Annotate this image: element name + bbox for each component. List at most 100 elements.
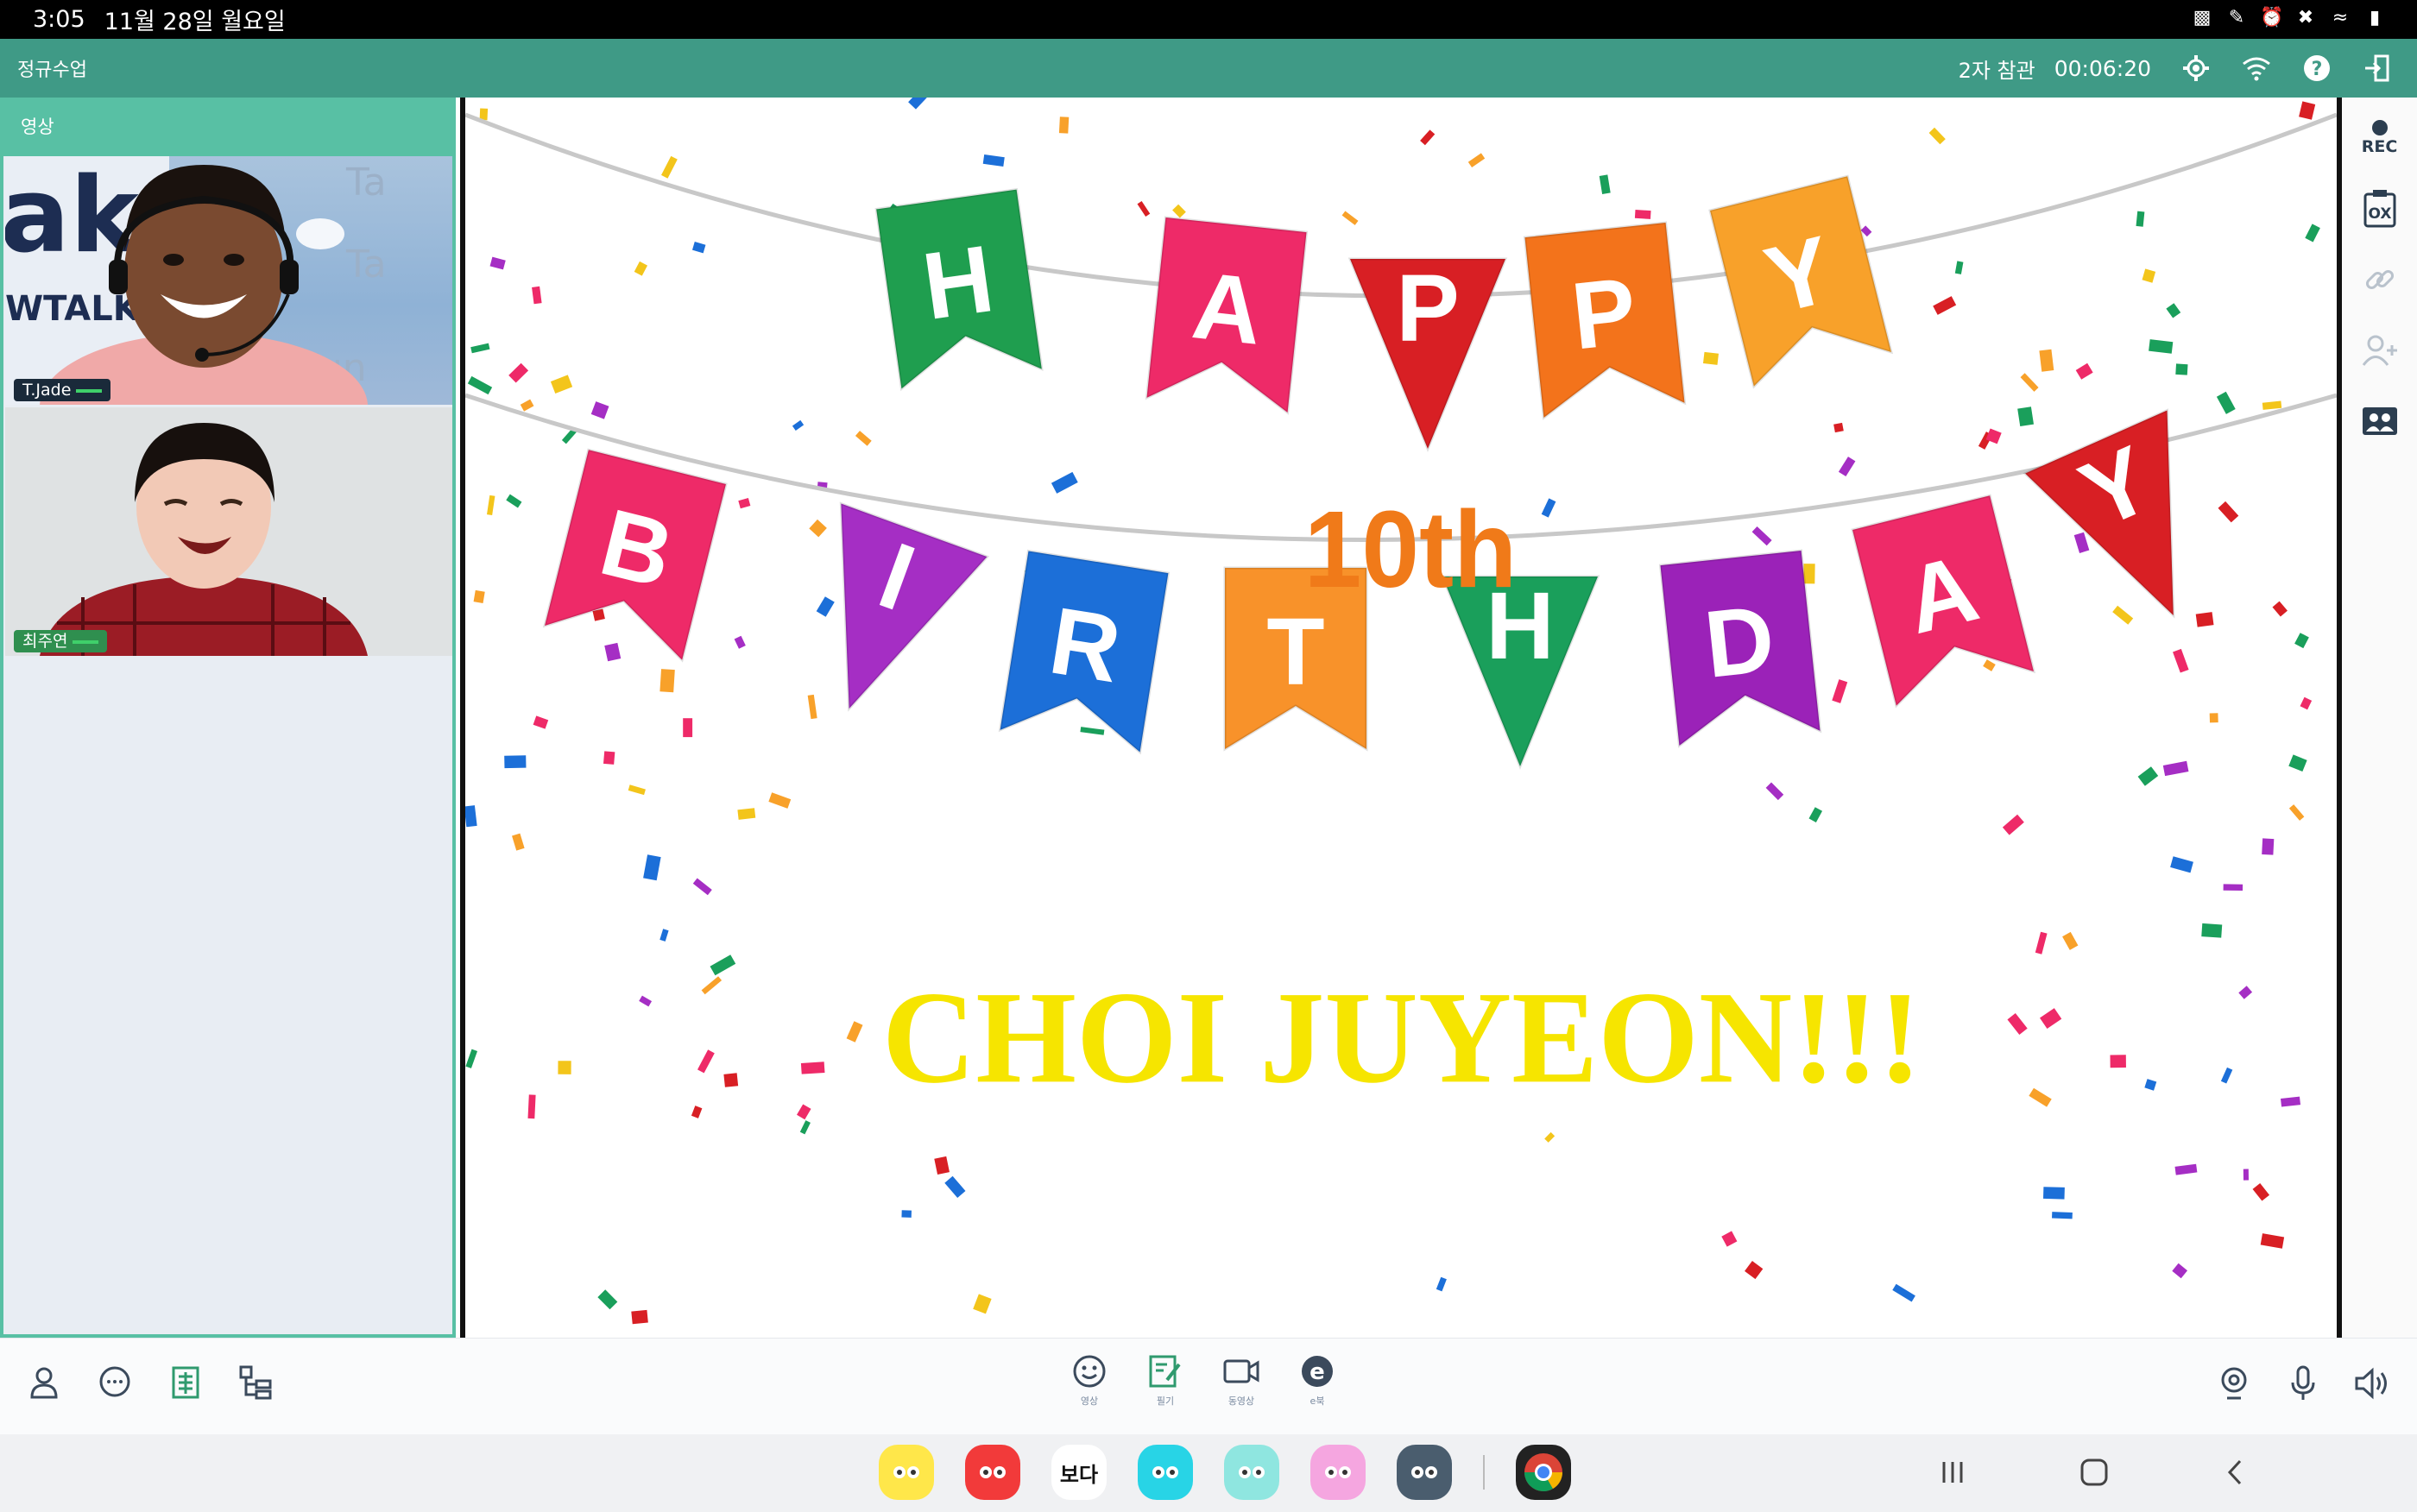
status-date: 11월 28일 월요일 xyxy=(104,9,286,35)
confetti-piece xyxy=(944,1175,966,1198)
confetti-piece xyxy=(2220,1067,2233,1084)
writing-tool[interactable]: 필기 xyxy=(1146,1354,1184,1408)
emoji-tool[interactable]: 영상 xyxy=(1070,1354,1108,1408)
confetti-piece xyxy=(1080,727,1105,735)
participant-name: 최주연 xyxy=(22,632,68,651)
confetti-piece xyxy=(1058,117,1070,134)
recent-apps-button[interactable] xyxy=(1934,1453,1972,1491)
app-yellow-icon[interactable] xyxy=(879,1445,934,1500)
confetti-piece xyxy=(697,1049,715,1074)
confetti-piece xyxy=(1933,296,1957,315)
svg-text:?: ? xyxy=(2312,59,2323,80)
app-grid-icon[interactable] xyxy=(1397,1445,1452,1500)
confetti-piece xyxy=(1467,153,1486,167)
confetti-piece xyxy=(1928,127,1946,145)
confetti-piece xyxy=(2029,1087,2052,1107)
confetti-piece xyxy=(2172,1263,2188,1279)
confetti-piece xyxy=(792,419,805,431)
confetti-piece xyxy=(2209,713,2218,723)
link-button[interactable] xyxy=(2354,249,2406,310)
confetti-piece xyxy=(508,362,529,383)
confetti-piece xyxy=(2173,648,2189,673)
confetti-piece xyxy=(1137,200,1151,217)
confetti-piece xyxy=(520,399,534,412)
confetti-piece xyxy=(661,155,678,179)
video-tile-teacher[interactable]: ak WTALKF Ta Ta Fun T.Jade xyxy=(5,156,452,405)
confetti-piece xyxy=(934,1156,950,1175)
battery-icon: ▮ xyxy=(2369,7,2381,28)
back-button[interactable] xyxy=(2217,1453,2255,1491)
confetti-piece xyxy=(2007,1012,2028,1035)
lock-icon: ▩ xyxy=(2193,7,2212,28)
confetti-piece xyxy=(2110,1055,2126,1068)
confetti-piece xyxy=(479,108,489,121)
app-chrome-icon[interactable] xyxy=(1516,1445,1571,1500)
confetti-piece xyxy=(2262,838,2275,855)
video-tile-student[interactable]: 최주연 xyxy=(5,407,452,656)
video-panel: 영상 ak WTALKF Ta Ta Fun xyxy=(0,98,456,1338)
add-user-button[interactable] xyxy=(2354,320,2406,381)
happy-flag-4: Y xyxy=(1708,174,1894,389)
settings-icon[interactable] xyxy=(2180,53,2212,84)
confetti-piece xyxy=(473,589,485,603)
whiteboard[interactable]: HAPPY BIRTHDAY 10th CHOI JUYEON!!! xyxy=(460,98,2342,1338)
confetti-piece xyxy=(2017,406,2034,427)
app-mint-icon[interactable] xyxy=(1224,1445,1279,1500)
video-tool[interactable]: 동영상 xyxy=(1222,1354,1260,1408)
app-bar: 정규수업 2자 참관 00:06:20 ? xyxy=(0,39,2417,98)
confetti-piece xyxy=(1420,129,1436,146)
confetti-piece xyxy=(2042,1187,2065,1200)
ox-quiz-icon: OX xyxy=(2363,190,2395,228)
document-icon[interactable] xyxy=(167,1363,204,1402)
app-boda-icon[interactable]: 보다 xyxy=(1051,1445,1107,1500)
confetti-piece xyxy=(2294,633,2309,649)
confetti-piece xyxy=(1436,1276,1447,1292)
dock-separator xyxy=(1483,1455,1485,1490)
confetti-piece xyxy=(809,519,827,538)
confetti-piece xyxy=(1808,807,1823,822)
camera-icon[interactable] xyxy=(2215,1364,2253,1402)
speaker-icon[interactable] xyxy=(2353,1364,2391,1402)
chat-icon[interactable] xyxy=(97,1363,133,1402)
confetti-piece xyxy=(597,1289,618,1310)
birthday-letter-3: T xyxy=(1266,599,1324,705)
ox-quiz-button[interactable]: OX xyxy=(2354,179,2406,239)
confetti-piece xyxy=(799,1120,811,1135)
help-icon[interactable]: ? xyxy=(2301,53,2332,84)
rec-button[interactable]: REC xyxy=(2354,108,2406,168)
confetti-piece xyxy=(816,596,835,617)
happy-letter-1: A xyxy=(1188,252,1267,365)
link-icon xyxy=(2365,269,2394,290)
confetti-piece xyxy=(2300,696,2313,710)
birthday-name-text: CHOI JUYEON!!! xyxy=(882,964,1922,1111)
exit-icon[interactable] xyxy=(2362,53,2393,84)
happy-flag-1: A xyxy=(1145,216,1309,415)
confetti-piece xyxy=(901,1210,912,1218)
ebook-tool[interactable]: e e북 xyxy=(1298,1354,1336,1408)
confetti-piece xyxy=(738,498,751,509)
confetti-piece xyxy=(2142,268,2156,283)
home-button[interactable] xyxy=(2075,1453,2113,1491)
app-cyan-icon[interactable] xyxy=(1138,1445,1193,1500)
participants-icon[interactable] xyxy=(26,1363,62,1402)
confetti-piece xyxy=(683,718,693,738)
status-time: 3:05 xyxy=(33,6,85,33)
confetti-piece xyxy=(2052,1212,2073,1219)
app-dock: 보다 xyxy=(879,1445,1571,1500)
participant-name-tag: T.Jade xyxy=(14,379,111,401)
screen: 3:05 11월 28일 월요일 ▩ ✎ ⏰ ✖ ≈ ▮ 정규수업 2자 참관 … xyxy=(0,0,2417,1512)
audio-level-bar xyxy=(76,388,103,393)
confetti-piece xyxy=(504,755,527,769)
confetti-piece xyxy=(1544,1131,1556,1143)
app-pink-icon[interactable] xyxy=(1310,1445,1366,1500)
screen-share-button[interactable] xyxy=(2354,391,2406,451)
app-red-icon[interactable] xyxy=(965,1445,1020,1500)
svg-text:OX: OX xyxy=(2368,205,2391,223)
confetti-piece xyxy=(527,1094,536,1119)
layout-icon[interactable] xyxy=(238,1363,275,1402)
student-video-frame xyxy=(5,407,452,656)
confetti-piece xyxy=(768,792,792,809)
confetti-piece xyxy=(465,805,477,828)
confetti-piece xyxy=(465,1049,478,1068)
mic-icon[interactable] xyxy=(2284,1364,2322,1402)
